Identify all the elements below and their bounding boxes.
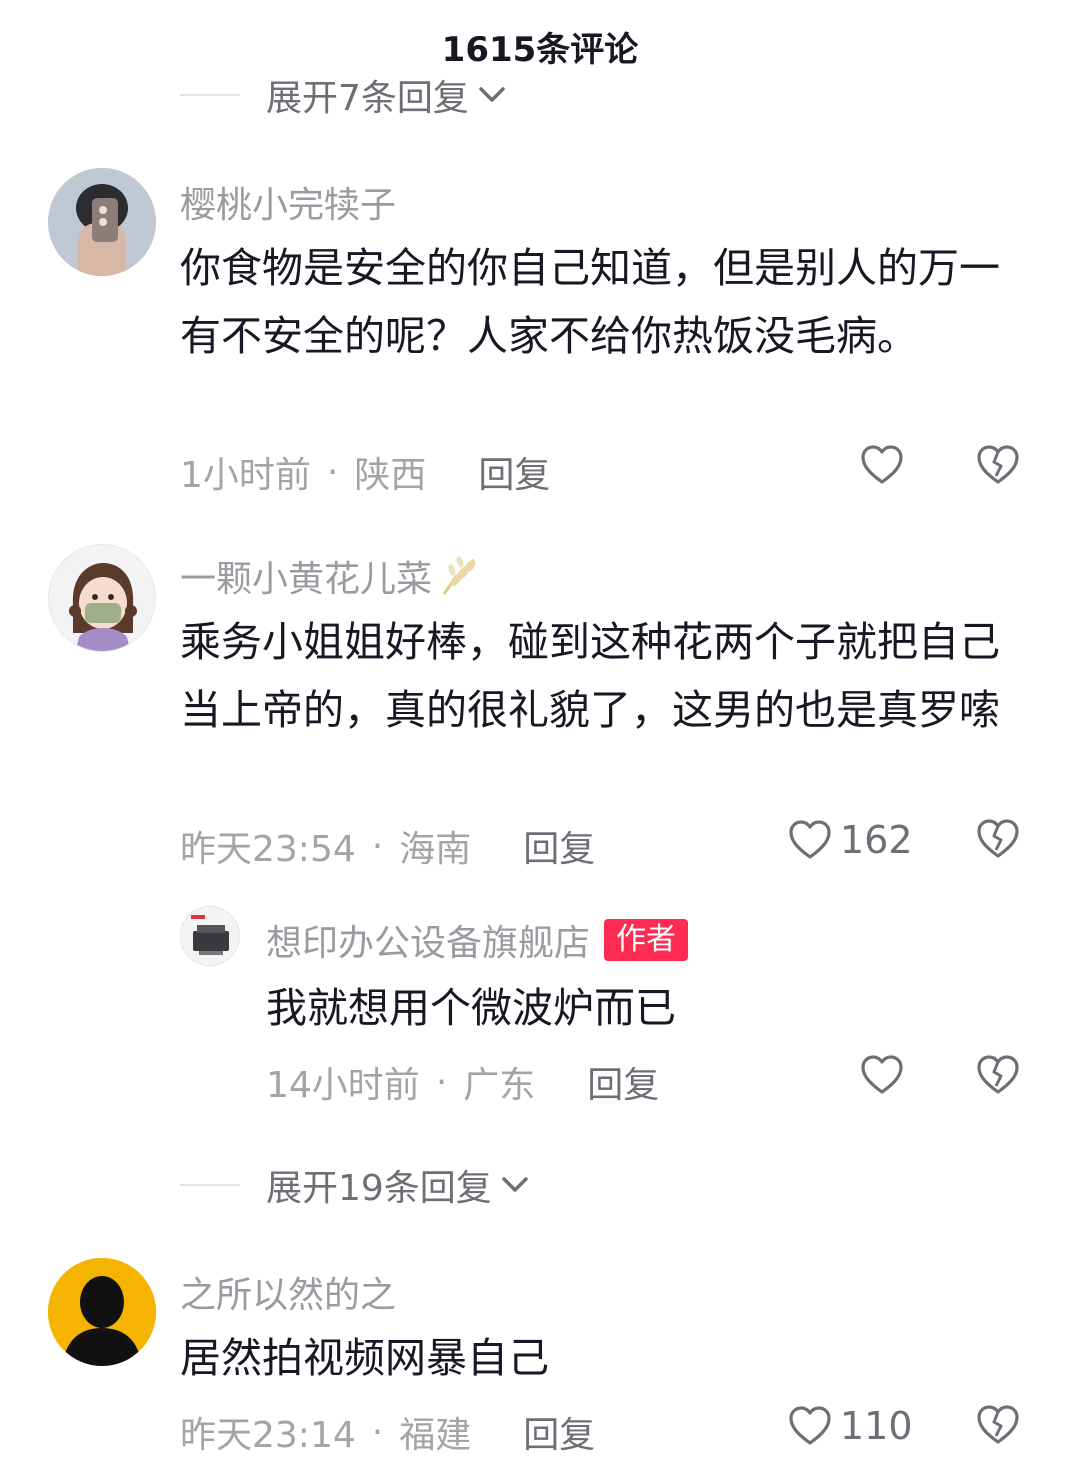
expand-replies-top[interactable]: 展开7条回复 xyxy=(180,70,507,120)
meta-separator: · xyxy=(435,1061,448,1103)
broken-heart-icon xyxy=(976,1404,1020,1446)
comment-text: 乘务小姐姐好棒，碰到这种花两个子就把自己当上帝的，真的很礼貌了，这男的也是真罗嗦 xyxy=(180,618,1000,734)
dislike-button[interactable] xyxy=(976,444,1020,486)
like-button[interactable]: 110 xyxy=(788,1404,913,1448)
heart-icon xyxy=(860,444,904,486)
reply-button[interactable]: 回复 xyxy=(523,820,595,872)
comment-text: 你食物是安全的你自己知道，但是别人的万一有不安全的呢？人家不给你热饭没毛病。 xyxy=(180,244,1000,360)
reply-text: 我就想用个微波炉而已 xyxy=(266,984,676,1032)
broken-heart-icon xyxy=(976,444,1020,486)
heart-icon xyxy=(788,1405,832,1447)
meta-separator: · xyxy=(371,1411,384,1453)
broken-heart-icon xyxy=(976,1054,1020,1096)
reply-button[interactable]: 回复 xyxy=(478,446,550,498)
reply-location: 广东 xyxy=(463,1065,536,1106)
like-button[interactable] xyxy=(860,444,904,486)
dislike-button[interactable] xyxy=(976,1404,1020,1446)
dislike-button[interactable] xyxy=(976,1054,1020,1096)
comment-meta: 昨天23:54 · 海南 回复 xyxy=(180,820,595,872)
comment-username[interactable]: 一颗小黄花儿菜 xyxy=(180,550,482,602)
heart-icon xyxy=(788,819,832,861)
like-count: 110 xyxy=(840,1404,913,1448)
dislike-button[interactable] xyxy=(976,818,1020,860)
page-title: 1615条评论 xyxy=(441,30,639,70)
chevron-down-icon xyxy=(477,85,507,105)
avatar[interactable] xyxy=(180,906,240,966)
comment-location: 福建 xyxy=(399,1415,472,1456)
comment-location: 海南 xyxy=(399,829,472,870)
heart-icon xyxy=(860,1054,904,1096)
reply-username[interactable]: 想印办公设备旗舰店 作者 xyxy=(266,914,689,966)
comment-username-text: 一颗小黄花儿菜 xyxy=(180,559,433,600)
comment-text: 居然拍视频网暴自己 xyxy=(180,1334,549,1382)
comment-username[interactable]: 樱桃小完犊子 xyxy=(180,176,396,228)
comment-time: 昨天23:14 xyxy=(180,1415,356,1456)
reply-meta: 14小时前 · 广东 回复 xyxy=(266,1056,659,1108)
expand-replies-label: 展开7条回复 xyxy=(266,78,469,119)
wheat-icon xyxy=(438,556,482,596)
reply-button[interactable]: 回复 xyxy=(523,1406,595,1458)
reply-username-text: 想印办公设备旗舰店 xyxy=(266,923,591,964)
comment-time: 昨天23:54 xyxy=(180,829,356,870)
comment-time: 1小时前 xyxy=(180,455,311,496)
comment-meta: 昨天23:14 · 福建 回复 xyxy=(180,1406,595,1458)
divider-line xyxy=(180,1184,240,1186)
comment-location: 陕西 xyxy=(354,455,427,496)
comment-meta: 1小时前 · 陕西 回复 xyxy=(180,446,550,498)
avatar[interactable] xyxy=(48,1258,156,1366)
avatar[interactable] xyxy=(48,168,156,276)
expand-replies-label: 展开19条回复 xyxy=(266,1168,492,1209)
like-button[interactable]: 162 xyxy=(788,818,913,862)
reply-button[interactable]: 回复 xyxy=(587,1056,659,1108)
reply-time: 14小时前 xyxy=(266,1065,420,1106)
like-count: 162 xyxy=(840,818,913,862)
like-button[interactable] xyxy=(860,1054,904,1096)
comment-username[interactable]: 之所以然的之 xyxy=(180,1266,396,1318)
expand-replies-mid[interactable]: 展开19条回复 xyxy=(180,1160,530,1210)
meta-separator: · xyxy=(326,451,339,493)
meta-separator: · xyxy=(371,825,384,867)
divider-line xyxy=(180,94,240,96)
chevron-down-icon xyxy=(500,1175,530,1195)
avatar[interactable] xyxy=(48,544,156,652)
broken-heart-icon xyxy=(976,818,1020,860)
author-badge: 作者 xyxy=(604,919,689,961)
